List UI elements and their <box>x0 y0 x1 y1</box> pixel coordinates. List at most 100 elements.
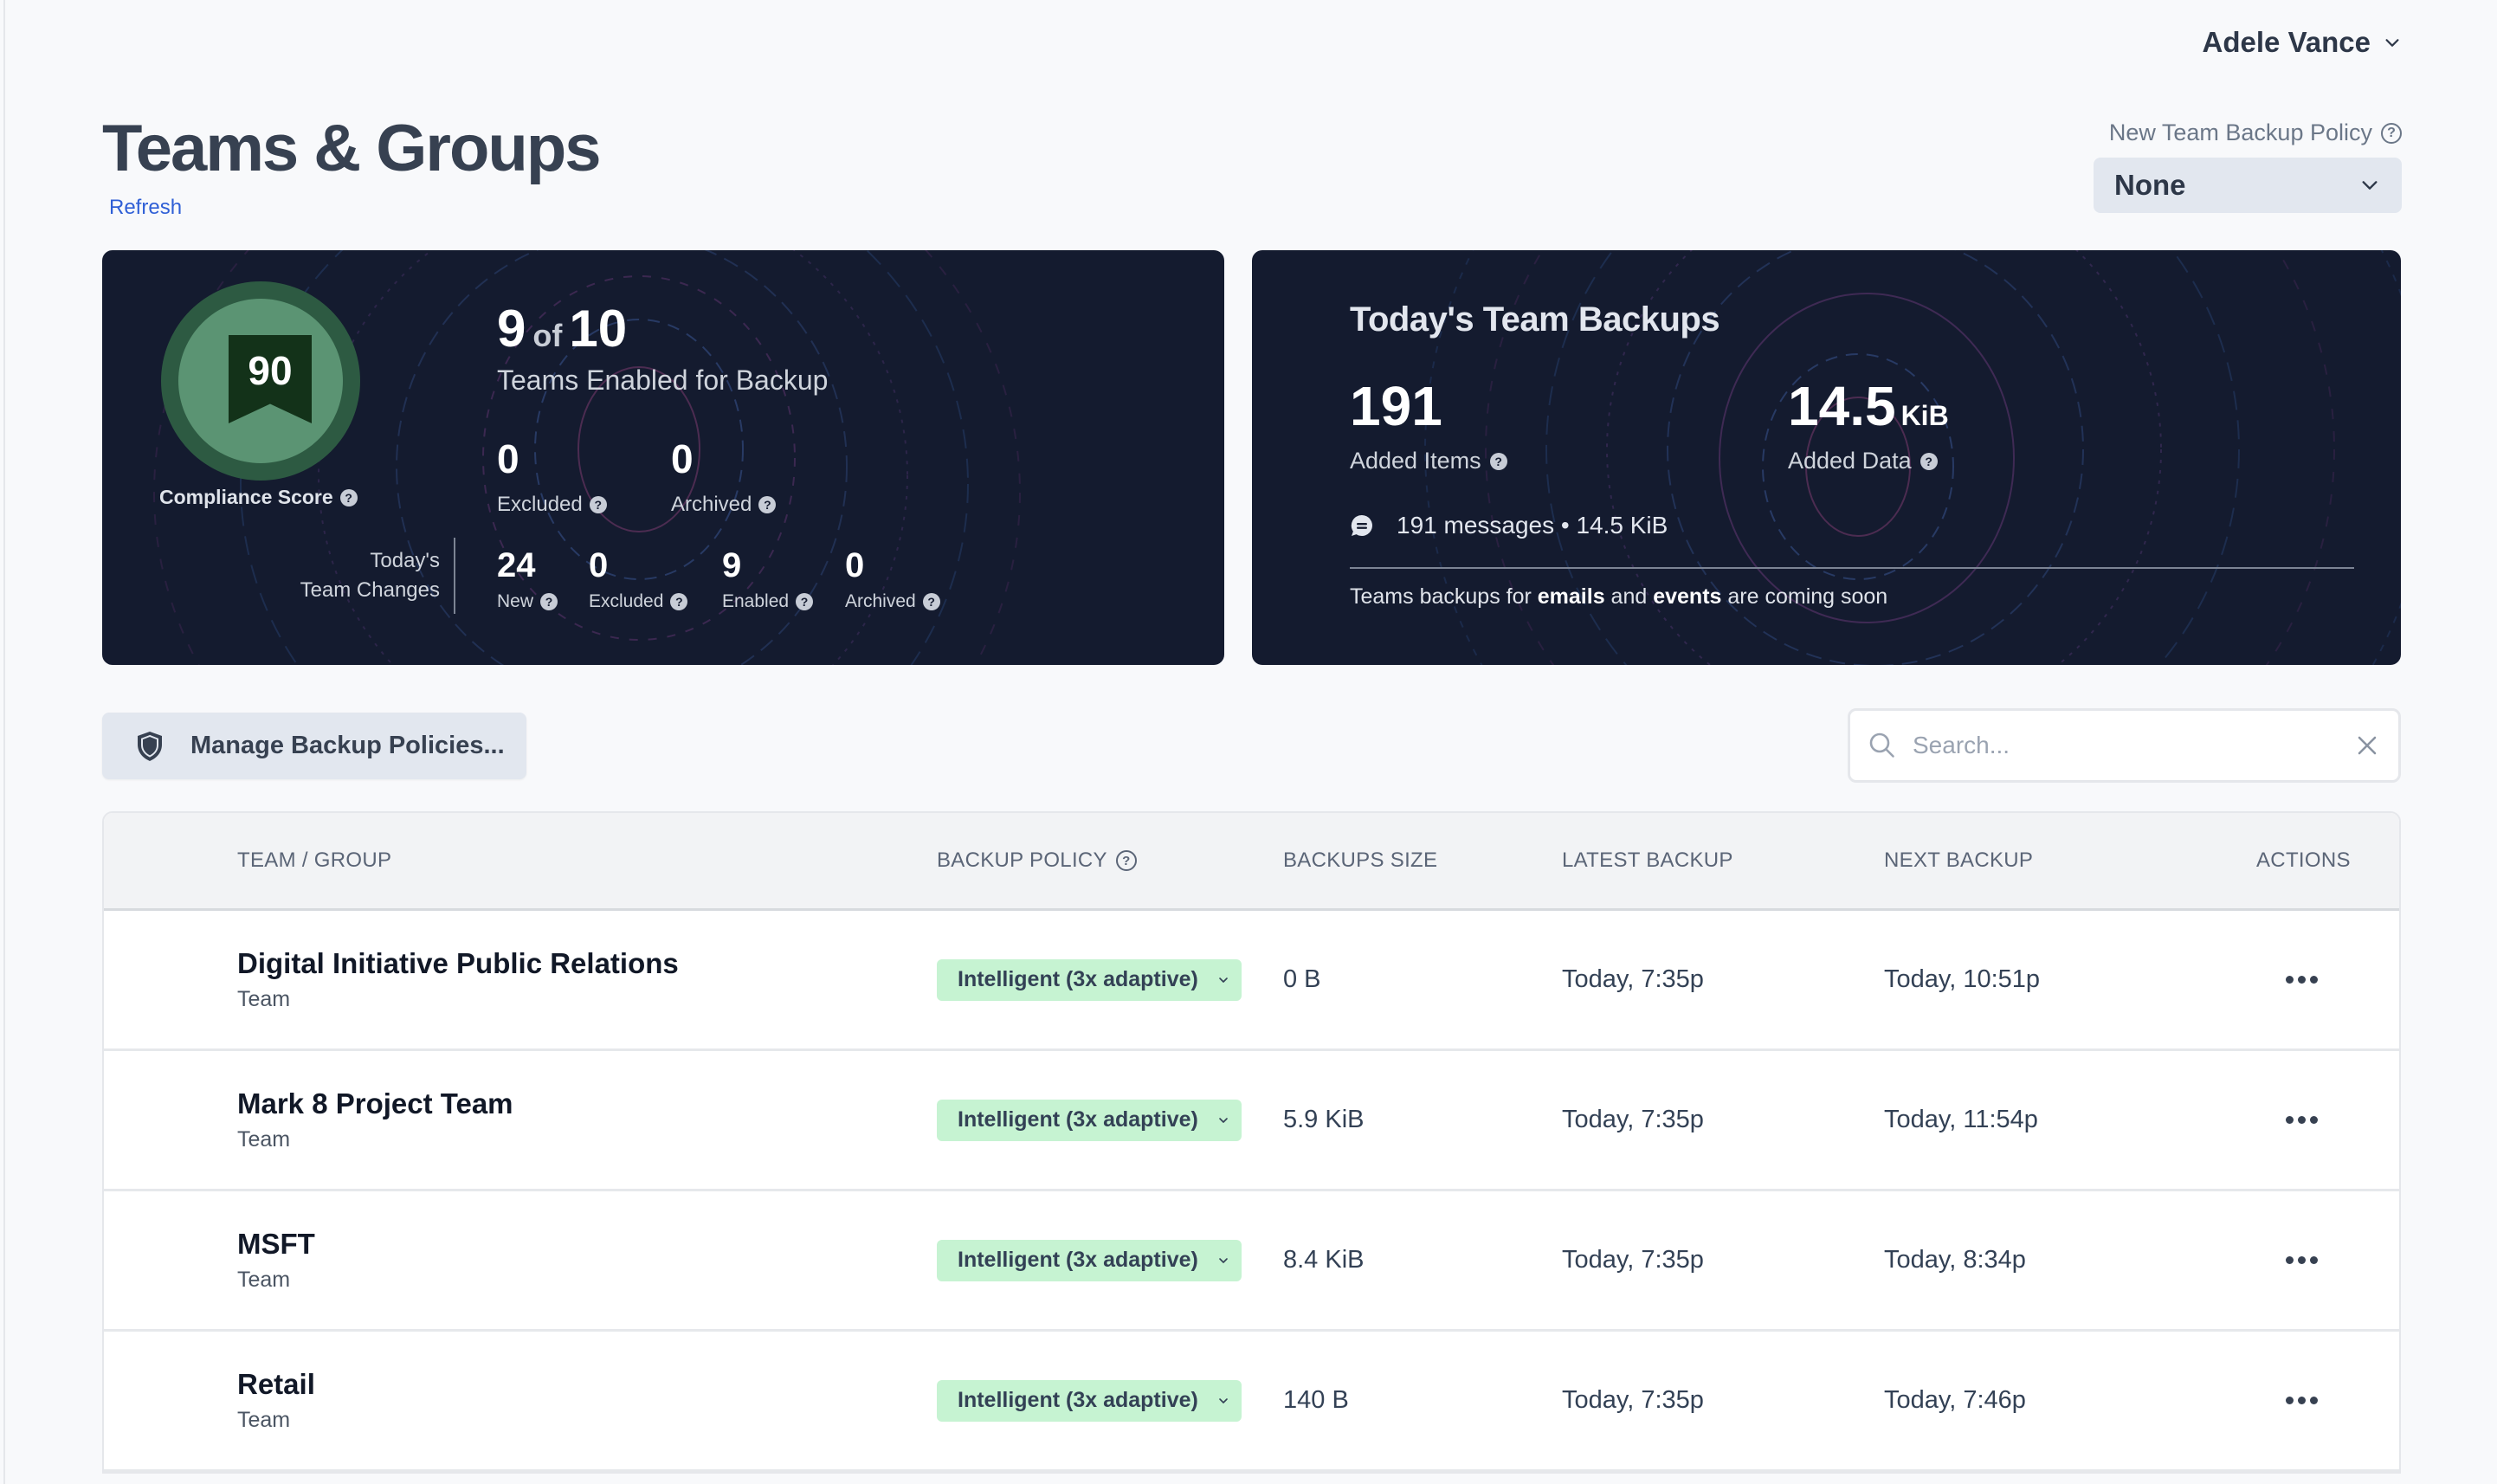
messages-summary: 191 messages • 14.5 KiB <box>1350 512 1668 539</box>
added-items-stat: 191 Added Items? <box>1350 378 1507 474</box>
help-icon[interactable]: ? <box>670 593 688 610</box>
column-header-size[interactable]: BACKUPS SIZE <box>1283 813 1437 908</box>
more-actions-icon[interactable] <box>2286 1397 2318 1404</box>
help-icon[interactable]: ? <box>589 496 607 513</box>
teams-enabled-label: Teams Enabled for Backup <box>497 365 829 396</box>
total-value: 10 <box>569 300 628 358</box>
new-team-policy-label: New Team Backup Policy ? <box>2109 119 2402 146</box>
teams-enabled-count: 9 of 10 <box>497 299 627 358</box>
chevron-down-icon <box>1219 1257 1228 1263</box>
latest-backup: Today, 7:35p <box>1562 965 1704 993</box>
backup-policy-dropdown[interactable]: Intelligent (3x adaptive) <box>937 1099 1242 1141</box>
compliance-badge: 90 <box>161 281 360 481</box>
chevron-down-icon <box>1219 977 1228 983</box>
chat-bubble-icon <box>1351 514 1372 536</box>
latest-backup: Today, 7:35p <box>1562 1386 1704 1414</box>
help-icon[interactable]: ? <box>1489 452 1507 470</box>
user-name: Adele Vance <box>2202 26 2371 58</box>
help-icon[interactable]: ? <box>339 488 358 506</box>
team-type: Team <box>237 1408 291 1432</box>
search-box <box>1848 708 2401 783</box>
new-team-policy-select[interactable]: None <box>2094 158 2402 213</box>
new-team-policy-label-text: New Team Backup Policy <box>2108 119 2372 145</box>
shield-icon <box>138 731 162 761</box>
backup-policy-dropdown[interactable]: Intelligent (3x adaptive) <box>937 1239 1242 1281</box>
column-header-latest[interactable]: LATEST BACKUP <box>1562 813 1733 908</box>
page-title: Teams & Groups <box>102 112 602 185</box>
divider <box>454 538 455 614</box>
todays-backups-title: Today's Team Backups <box>1350 300 1720 339</box>
column-header-next[interactable]: NEXT BACKUP <box>1884 813 2033 908</box>
change-archived-stat: 0 Archived? <box>845 548 940 612</box>
next-backup: Today, 8:34p <box>1884 1246 2026 1274</box>
table-header: TEAM / GROUP BACKUP POLICY ? BACKUPS SIZ… <box>104 813 2399 911</box>
team-cell: Mark 8 Project Team Team <box>237 1051 513 1189</box>
added-data-stat: 14.5 KiB Added Data? <box>1788 375 1949 474</box>
table-row[interactable]: Retail Team Intelligent (3x adaptive) 14… <box>104 1332 2399 1472</box>
policy-cell: Intelligent (3x adaptive) <box>937 1051 1242 1189</box>
next-backup: Today, 11:54p <box>1884 1106 2038 1133</box>
teams-table: TEAM / GROUP BACKUP POLICY ? BACKUPS SIZ… <box>102 811 2401 1474</box>
manage-backup-policies-button[interactable]: Manage Backup Policies... <box>102 713 526 779</box>
user-menu[interactable]: Adele Vance <box>2203 26 2402 59</box>
new-team-policy-value: None <box>2114 169 2186 201</box>
backup-policy-value: Intelligent (3x adaptive) <box>958 1388 1198 1412</box>
table-row[interactable]: MSFT Team Intelligent (3x adaptive) 8.4 … <box>104 1191 2399 1332</box>
more-actions-icon[interactable] <box>2286 1256 2318 1264</box>
chevron-down-icon <box>2385 39 2399 47</box>
refresh-link[interactable]: Refresh <box>109 196 182 220</box>
help-icon[interactable]: ? <box>540 593 558 610</box>
search-input[interactable] <box>1913 732 2357 759</box>
change-new-stat: 24 New? <box>497 548 558 612</box>
help-icon[interactable]: ? <box>1920 452 1938 470</box>
manage-backup-policies-label: Manage Backup Policies... <box>190 732 505 759</box>
column-header-actions: ACTIONS <box>2256 848 2351 872</box>
policy-cell: Intelligent (3x adaptive) <box>937 1332 1242 1469</box>
next-backup: Today, 7:46p <box>1884 1386 2026 1414</box>
divider <box>1350 567 2354 569</box>
messages-summary-text: 191 messages • 14.5 KiB <box>1397 512 1668 539</box>
enabled-value: 9 <box>497 300 526 358</box>
backup-policy-dropdown[interactable]: Intelligent (3x adaptive) <box>937 958 1242 1001</box>
excluded-stat: 0 Excluded? <box>497 439 607 517</box>
backup-policy-value: Intelligent (3x adaptive) <box>958 967 1198 991</box>
help-icon[interactable]: ? <box>2381 122 2402 144</box>
todays-backups-card: Today's Team Backups 191 Added Items? 14… <box>1252 250 2401 665</box>
search-icon <box>1869 732 1894 758</box>
team-name[interactable]: Mark 8 Project Team <box>237 1087 513 1120</box>
table-row[interactable]: Mark 8 Project Team Team Intelligent (3x… <box>104 1051 2399 1191</box>
more-actions-icon[interactable] <box>2286 976 2318 984</box>
chevron-down-icon <box>1219 1397 1228 1403</box>
teams-summary-card: 90 Compliance Score ? 9 of 10 Teams Enab… <box>102 250 1224 665</box>
actions-cell <box>2286 1332 2318 1469</box>
backups-size: 5.9 KiB <box>1283 1106 1365 1133</box>
team-type: Team <box>237 1268 291 1292</box>
ribbon-icon: 90 <box>229 335 312 423</box>
close-icon[interactable] <box>2357 735 2378 756</box>
table-row[interactable]: Digital Initiative Public Relations Team… <box>104 911 2399 1051</box>
actions-cell <box>2286 1191 2318 1329</box>
page-left-border <box>3 0 5 1484</box>
backups-size: 140 B <box>1283 1386 1349 1414</box>
team-name[interactable]: MSFT <box>237 1228 315 1261</box>
policy-cell: Intelligent (3x adaptive) <box>937 1191 1242 1329</box>
change-excluded-stat: 0 Excluded? <box>589 548 688 612</box>
help-icon[interactable]: ? <box>758 496 777 513</box>
team-name[interactable]: Digital Initiative Public Relations <box>237 947 679 980</box>
actions-cell <box>2286 1051 2318 1189</box>
policy-cell: Intelligent (3x adaptive) <box>937 911 1242 1048</box>
column-header-team[interactable]: TEAM / GROUP <box>237 813 391 908</box>
help-icon[interactable]: ? <box>922 593 940 610</box>
latest-backup: Today, 7:35p <box>1562 1106 1704 1133</box>
more-actions-icon[interactable] <box>2286 1116 2318 1124</box>
actions-cell <box>2286 911 2318 1048</box>
todays-team-changes-label: Today's Team Changes <box>300 549 440 602</box>
backup-policy-dropdown[interactable]: Intelligent (3x adaptive) <box>937 1379 1242 1422</box>
team-type: Team <box>237 987 291 1011</box>
help-icon[interactable]: ? <box>1115 850 1137 871</box>
latest-backup: Today, 7:35p <box>1562 1246 1704 1274</box>
help-icon[interactable]: ? <box>796 593 814 610</box>
column-header-policy[interactable]: BACKUP POLICY ? <box>937 813 1137 908</box>
coming-soon-note: Teams backups for emails and events are … <box>1350 584 1888 609</box>
team-name[interactable]: Retail <box>237 1368 315 1401</box>
